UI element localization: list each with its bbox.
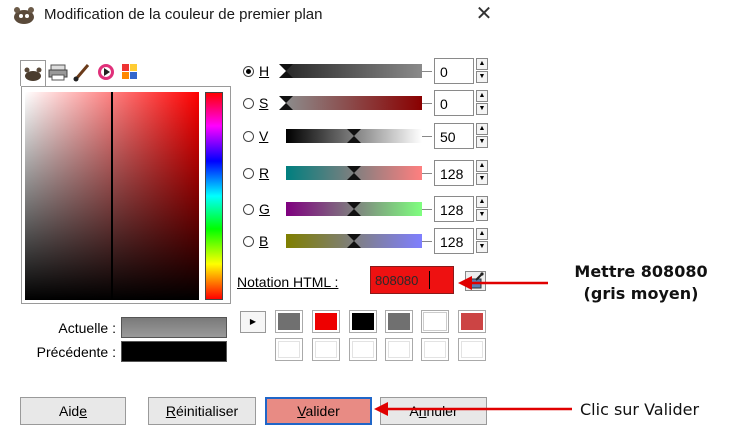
annotation-click-ok: Clic sur Valider: [580, 400, 700, 419]
annotation-set-color-sub: (gris moyen): [583, 284, 699, 303]
annotation-set-color: Mettre 808080: [574, 262, 708, 281]
annotation-arrows: [374, 276, 572, 416]
